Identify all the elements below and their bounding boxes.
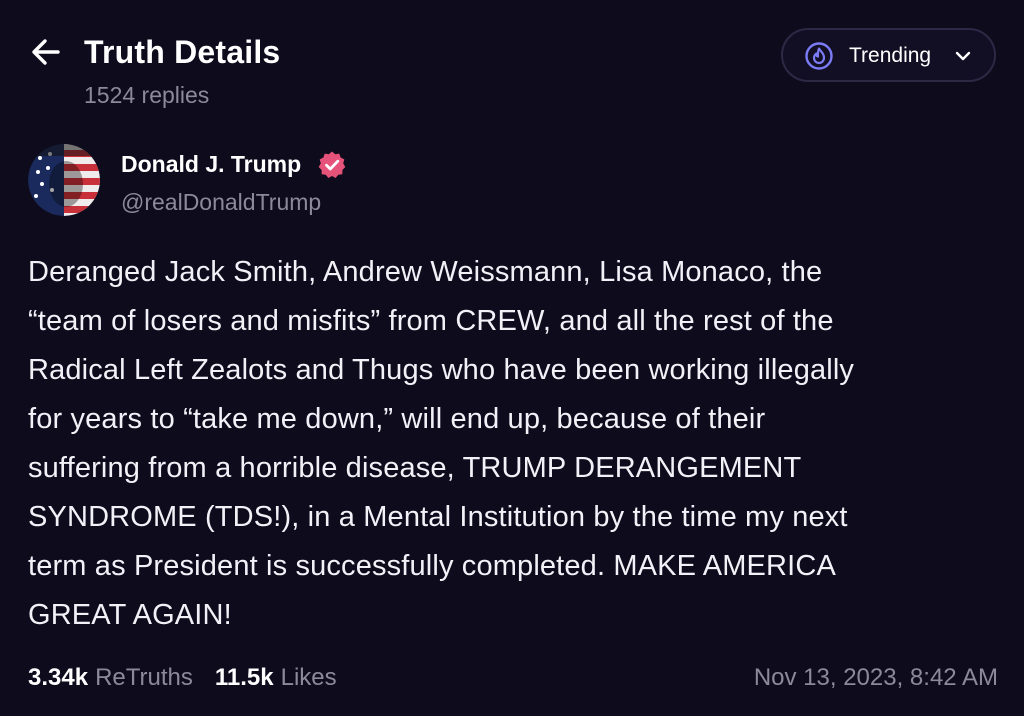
post-text: Deranged Jack Smith, Andrew Weissmann, L… — [28, 256, 855, 631]
retruths-label: ReTruths — [95, 664, 193, 691]
truth-details-page: Truth Details 1524 replies Trending Dona… — [0, 0, 1024, 716]
chevron-down-icon — [955, 51, 971, 61]
post-stats: 3.34k ReTruths 11.5k Likes — [28, 660, 359, 696]
likes-label: Likes — [280, 664, 337, 691]
author-handle[interactable]: @realDonaldTrump — [121, 186, 321, 218]
likes-count: 11.5k — [214, 664, 274, 691]
avatar[interactable] — [28, 144, 100, 216]
reply-count: 1524 replies — [84, 82, 210, 108]
page-title: Truth Details — [84, 34, 281, 70]
header: Truth Details 1524 replies Trending — [0, 0, 1024, 120]
back-button[interactable] — [26, 32, 66, 72]
retruths-stat[interactable]: 3.34k ReTruths — [28, 660, 193, 696]
post-timestamp: Nov 13, 2023, 8:42 AM — [753, 664, 998, 691]
sort-label: Trending — [849, 44, 932, 67]
verified-badge-icon — [318, 151, 346, 178]
likes-stat[interactable]: 11.5k Likes — [215, 660, 337, 696]
author-name[interactable]: Donald J. Trump — [121, 148, 301, 180]
author-block: Donald J. Trump @realDonaldTrump — [28, 144, 728, 220]
arrow-left-icon — [32, 39, 60, 65]
flame-icon — [805, 42, 833, 70]
avatar-image — [28, 144, 100, 216]
sort-dropdown-button[interactable]: Trending — [781, 28, 996, 82]
retruths-count: 3.34k — [28, 664, 89, 691]
